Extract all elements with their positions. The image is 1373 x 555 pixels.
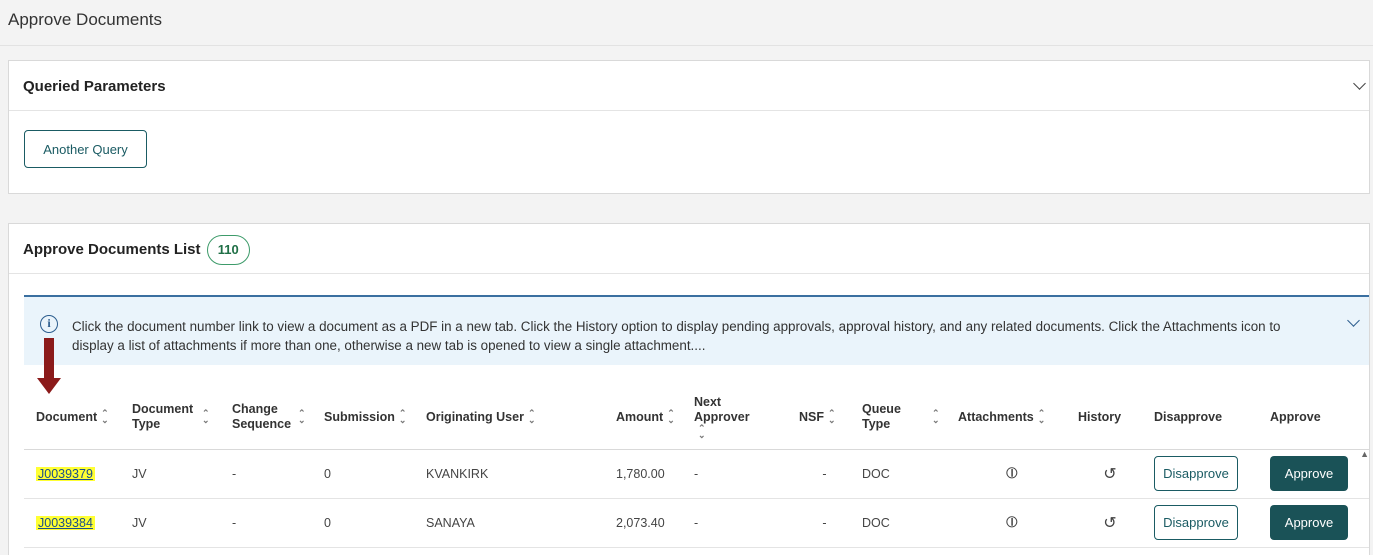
col-submission[interactable]: Submission ⌃ ⌄ <box>312 386 414 450</box>
document-type: JV <box>120 449 220 499</box>
queried-parameters-header[interactable]: Queried Parameters <box>9 61 1369 111</box>
table-row: J0039384 JV - 0 SANAYA 2,073.40 - - DOC … <box>24 498 1369 548</box>
document-link[interactable]: J0039384 <box>36 515 95 530</box>
sort-icon: ⌃ ⌄ <box>101 408 109 426</box>
table-row: J0039379 JV - 0 KVANKIRK 1,780.00 - - DO… <box>24 449 1369 499</box>
col-disapprove: Disapprove <box>1142 386 1258 450</box>
history-icon[interactable]: ↺ <box>1066 498 1142 548</box>
approve-documents-list-card: Approve Documents List 110 i Click the d… <box>8 223 1370 555</box>
divider <box>0 45 1373 46</box>
scroll-up-icon[interactable]: ▲ <box>1360 449 1369 459</box>
chevron-down-icon[interactable] <box>1347 314 1360 327</box>
next-approver: - <box>682 498 787 548</box>
sort-icon: ⌃ ⌄ <box>667 408 675 426</box>
sort-icon: ⌃ ⌄ <box>298 408 306 426</box>
sort-icon: ⌃ ⌄ <box>828 408 836 426</box>
history-icon[interactable]: ↺ <box>1066 449 1142 499</box>
change-sequence: - <box>220 498 312 548</box>
submission: 0 <box>312 449 414 499</box>
originating-user: KVANKIRK <box>414 449 604 499</box>
disapprove-button[interactable]: Disapprove <box>1154 505 1238 540</box>
paperclip-icon[interactable]: ⦶ <box>946 498 1066 548</box>
sort-icon: ⌃ ⌄ <box>527 408 536 426</box>
submission: 0 <box>312 498 414 548</box>
col-next-approver[interactable]: Next Approver⌃ ⌄ <box>682 386 787 450</box>
sort-icon: ⌃ ⌄ <box>202 408 210 426</box>
amount: 1,780.00 <box>604 449 682 499</box>
nsf: - <box>787 498 850 548</box>
approve-button[interactable]: Approve <box>1270 456 1348 491</box>
queried-parameters-title: Queried Parameters <box>23 78 166 95</box>
chevron-down-icon[interactable] <box>1353 77 1366 90</box>
col-approve: Approve <box>1258 386 1369 450</box>
col-document-type[interactable]: Document Type⌃ ⌄ <box>120 386 220 450</box>
col-document[interactable]: Document ⌃ ⌄ <box>24 386 120 450</box>
queue-type: DOC <box>850 449 946 499</box>
amount: 2,073.40 <box>604 498 682 548</box>
table-header-row: Document ⌃ ⌄ Document Type⌃ ⌄ Change Sequence… <box>24 386 1369 450</box>
list-title: Approve Documents List <box>23 240 201 258</box>
approve-button[interactable]: Approve <box>1270 505 1348 540</box>
list-header: Approve Documents List 110 <box>9 224 1369 274</box>
document-link[interactable]: J0039379 <box>36 466 95 481</box>
paperclip-icon[interactable]: ⦶ <box>946 449 1066 499</box>
info-panel: i Click the document number link to view… <box>24 295 1369 365</box>
info-icon: i <box>40 315 58 333</box>
col-originating-user[interactable]: Originating User ⌃ ⌄ <box>414 386 604 450</box>
col-history: History <box>1066 386 1142 450</box>
sort-icon: ⌃ ⌄ <box>932 408 940 426</box>
originating-user: SANAYA <box>414 498 604 548</box>
documents-table: Document ⌃ ⌄ Document Type⌃ ⌄ Change Sequence… <box>24 386 1369 548</box>
document-type: JV <box>120 498 220 548</box>
count-badge: 110 <box>206 235 250 265</box>
col-nsf[interactable]: NSF ⌃ ⌄ <box>787 386 850 450</box>
nsf: - <box>787 449 850 499</box>
col-change-sequence[interactable]: Change Sequence⌃ ⌄ <box>220 386 312 450</box>
col-queue-type[interactable]: Queue Type⌃ ⌄ <box>850 386 946 450</box>
next-approver: - <box>682 449 787 499</box>
queried-parameters-card: Queried Parameters Another Query <box>8 60 1370 194</box>
sort-icon: ⌃ ⌄ <box>398 408 407 426</box>
col-attachments[interactable]: Attachments ⌃ ⌄ <box>946 386 1066 450</box>
page-title: Approve Documents <box>8 10 163 29</box>
annotation-arrow <box>37 338 61 394</box>
col-amount[interactable]: Amount ⌃ ⌄ <box>604 386 682 450</box>
queue-type: DOC <box>850 498 946 548</box>
another-query-button[interactable]: Another Query <box>24 130 147 168</box>
disapprove-button[interactable]: Disapprove <box>1154 456 1238 491</box>
change-sequence: - <box>220 449 312 499</box>
info-text: Click the document number link to view a… <box>72 319 1281 353</box>
sort-icon: ⌃ ⌄ <box>698 423 706 441</box>
sort-icon: ⌃ ⌄ <box>1037 408 1046 426</box>
